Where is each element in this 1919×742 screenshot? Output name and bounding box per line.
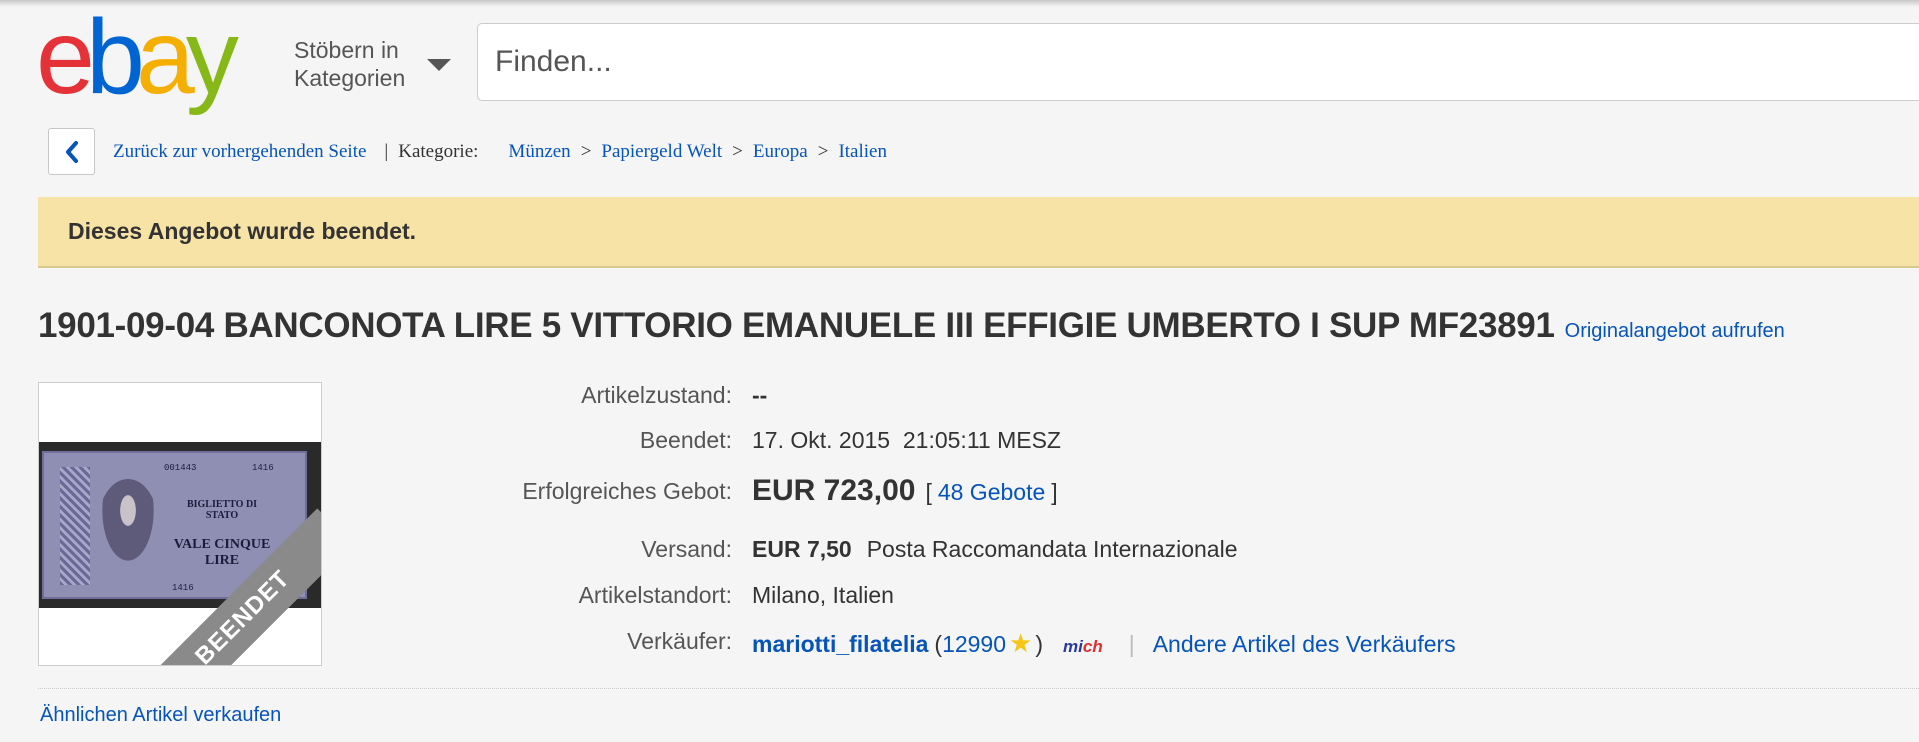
ended-label: Beendet:: [639, 427, 732, 453]
location-label: Artikelstandort:: [578, 582, 732, 608]
listing-title-row: 1901-09-04 BANCONOTA LIRE 5 VITTORIO EMA…: [38, 306, 1785, 346]
seller-divider: |: [1128, 631, 1135, 657]
paren-open: (: [934, 631, 943, 657]
ended-date: 17. Okt. 2015: [752, 427, 891, 453]
section-divider: [38, 688, 1919, 689]
winning-bid-price: EUR 723,00: [752, 474, 916, 507]
banner-message: Dieses Angebot wurde beendet.: [68, 218, 417, 244]
banknote-serial: 1416: [252, 463, 274, 473]
sell-similar-link[interactable]: Ähnlichen Artikel verkaufen: [40, 704, 281, 727]
mich-badge-part: ch: [1082, 637, 1103, 656]
breadcrumb-divider: |: [384, 141, 389, 162]
winning-bid-label: Erfolgreiches Gebot:: [522, 478, 732, 504]
item-image[interactable]: 001443 1416 BIGLIETTO DI STATO VALE CINQ…: [38, 382, 322, 666]
breadcrumb-separator: >: [817, 141, 829, 162]
logo-letter-y: y: [185, 0, 239, 116]
seller-name-link[interactable]: mariotti_filatelia: [752, 631, 928, 658]
shipping-label: Versand:: [641, 536, 732, 562]
seller-feedback-score[interactable]: 12990: [942, 631, 1006, 658]
banknote-header: BIGLIETTO DI STATO: [186, 499, 258, 521]
shipping-price: EUR 7,50: [752, 536, 852, 562]
banknote-serial: 1416: [172, 583, 194, 593]
breadcrumb: Zurück zur vorhergehenden Seite | Katego…: [113, 141, 887, 163]
chevron-down-icon: [427, 59, 451, 71]
shipping-value: EUR 7,50 Posta Raccomandata Internaziona…: [752, 536, 1238, 563]
back-link[interactable]: Zurück zur vorhergehenden Seite: [113, 141, 366, 163]
chevron-left-icon: [65, 140, 78, 163]
search-input[interactable]: [477, 23, 1919, 101]
breadcrumb-item-italien[interactable]: Italien: [838, 141, 887, 163]
ended-value: 17. Okt. 2015 21:05:11 MESZ: [752, 427, 1061, 454]
listing-ended-banner: Dieses Angebot wurde beendet.: [38, 197, 1919, 268]
browse-categories-label: Stöbern in Kategorien: [294, 37, 406, 91]
seller-label: Verkäufer:: [627, 628, 732, 654]
breadcrumb-item-muenzen[interactable]: Münzen: [508, 141, 570, 163]
paren-close: ): [1035, 631, 1044, 657]
location-value: Milano, Italien: [752, 582, 894, 608]
ebay-logo[interactable]: ebay: [36, 4, 239, 110]
bid-count-link[interactable]: 48 Gebote: [938, 479, 1045, 506]
shipping-method: Posta Raccomandata Internazionale: [866, 536, 1238, 562]
condition-label: Artikelzustand:: [581, 382, 732, 408]
browse-categories-button[interactable]: Stöbern in Kategorien: [294, 36, 451, 92]
logo-letter-b: b: [85, 0, 145, 116]
breadcrumb-separator: >: [580, 141, 592, 162]
logo-letter-e: e: [36, 0, 95, 116]
ended-time: 21:05:11 MESZ: [902, 427, 1061, 453]
page-title: 1901-09-04 BANCONOTA LIRE 5 VITTORIO EMA…: [38, 306, 1555, 345]
condition-value: --: [752, 382, 768, 408]
breadcrumb-item-europa[interactable]: Europa: [753, 141, 808, 163]
top-shadow: [0, 0, 1919, 7]
bracket-open: [: [925, 479, 932, 505]
original-listing-link[interactable]: Originalangebot aufrufen: [1565, 320, 1785, 343]
category-label: Kategorie:: [398, 141, 479, 162]
mich-badge-part: mi: [1063, 637, 1083, 656]
winning-bid-value: EUR 723,00 [ 48 Gebote ]: [752, 474, 1058, 508]
back-button[interactable]: [48, 128, 95, 175]
logo-letter-a: a: [135, 0, 195, 116]
breadcrumb-item-papiergeld-welt[interactable]: Papiergeld Welt: [601, 141, 722, 163]
mich-badge-icon[interactable]: mich: [1063, 637, 1103, 657]
seller-value: mariotti_filatelia ( 12990 ★ ) mich | An…: [752, 628, 1456, 659]
banknote-seal: [60, 467, 90, 585]
breadcrumb-separator: >: [732, 141, 743, 162]
other-seller-items-link[interactable]: Andere Artikel des Verkäufers: [1153, 631, 1456, 658]
bracket-close: ]: [1051, 479, 1058, 505]
star-icon: ★: [1009, 628, 1033, 658]
banknote-portrait: [98, 479, 158, 569]
banknote-serial: 001443: [164, 463, 197, 473]
